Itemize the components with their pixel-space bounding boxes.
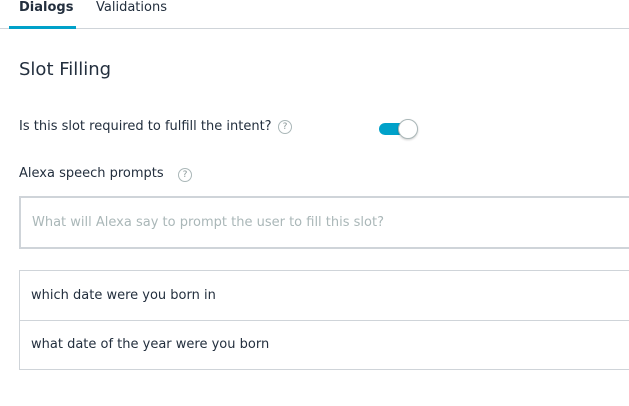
tab-bar: Dialogs Validations — [0, 0, 629, 29]
speech-prompt-list: which date were you born in what date of… — [19, 270, 629, 370]
question-circle-icon[interactable]: ? — [278, 120, 292, 134]
section-title: Slot Filling — [19, 59, 112, 80]
toggle-knob — [398, 119, 418, 139]
slot-required-label: Is this slot required to fulfill the int… — [19, 119, 272, 134]
speech-prompt-item[interactable]: what date of the year were you born — [20, 320, 629, 370]
tab-dialogs[interactable]: Dialogs — [19, 0, 73, 29]
speech-prompt-item[interactable]: which date were you born in — [20, 271, 629, 321]
speech-prompt-input[interactable] — [19, 196, 629, 249]
slot-required-toggle[interactable] — [379, 119, 419, 140]
question-circle-icon[interactable]: ? — [178, 168, 192, 182]
speech-prompts-label: Alexa speech prompts — [19, 166, 164, 181]
tab-validations[interactable]: Validations — [96, 0, 167, 29]
active-tab-indicator — [9, 26, 76, 29]
